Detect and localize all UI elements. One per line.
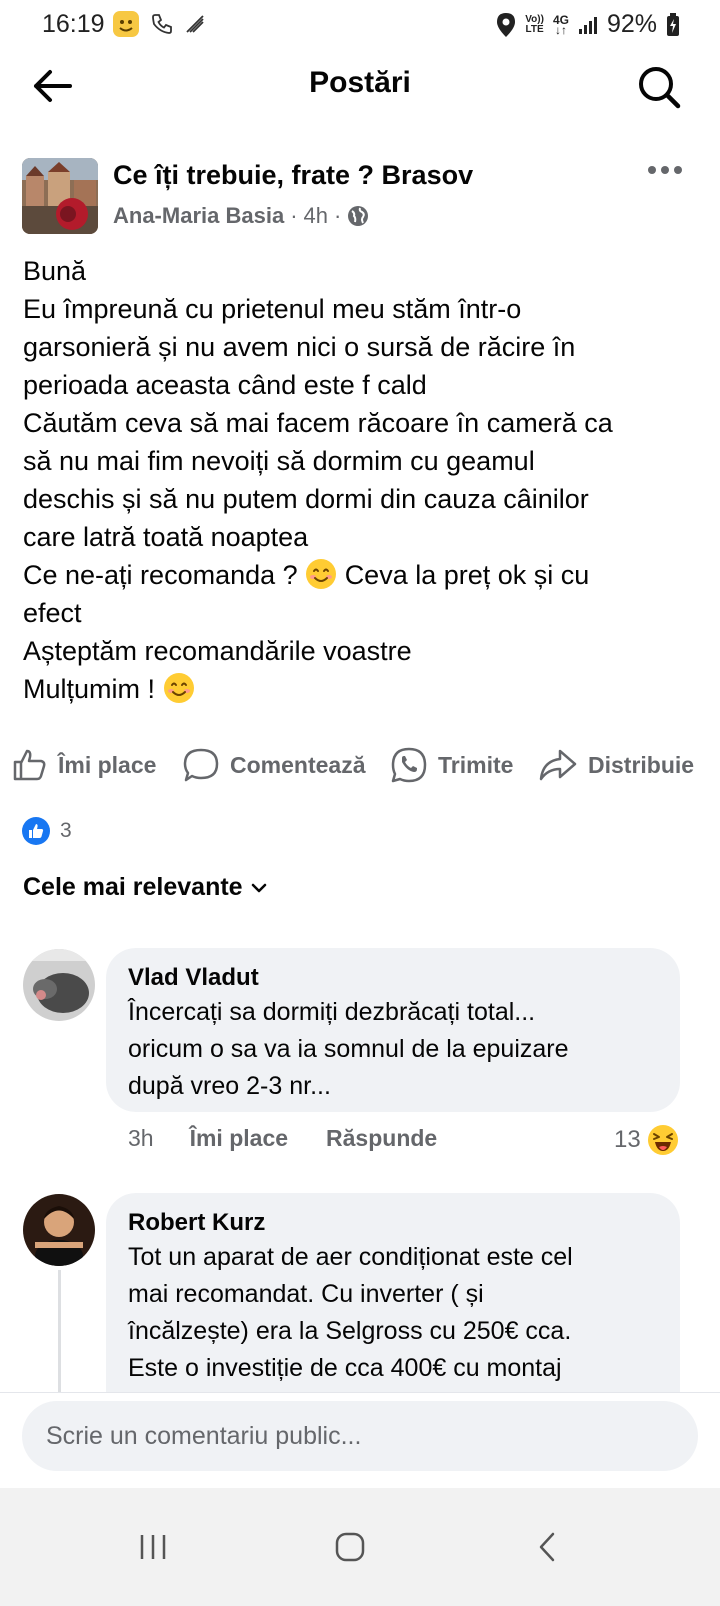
post-options-button[interactable]	[648, 160, 688, 180]
status-bar: 16:19 Vo)) LTE 4G ↓↑ 92%	[0, 0, 720, 50]
comment-line: încălzește) era la Selgross cu 250€ cca.	[128, 1317, 572, 1345]
post-line: perioada aceasta când este f cald	[23, 370, 427, 400]
more-dots-icon	[648, 166, 656, 174]
comment-label: Comentează	[230, 751, 366, 778]
sort-label: Cele mai relevante	[23, 873, 243, 901]
signal-icon	[578, 16, 597, 34]
group-avatar[interactable]	[22, 158, 98, 234]
comment-composer[interactable]	[22, 1401, 698, 1471]
home-icon	[335, 1532, 365, 1562]
battery-icon	[667, 12, 679, 36]
comment-line: Tot un aparat de aer condiționat este ce…	[128, 1243, 573, 1271]
wifi-calling-icon	[186, 15, 204, 33]
send-whatsapp-button[interactable]: Trimite	[390, 740, 513, 790]
share-button[interactable]: Distribuie	[538, 740, 694, 790]
share-label: Distribuie	[588, 751, 695, 778]
comment-reply-button[interactable]: Răspunde	[326, 1125, 437, 1152]
status-notification-icons	[112, 10, 206, 38]
send-label: Trimite	[438, 751, 514, 778]
search-icon	[639, 67, 681, 109]
post-line-part: Mulțumim !	[23, 674, 156, 704]
status-system-icons: Vo)) LTE 4G ↓↑ 92%	[496, 10, 680, 39]
post-line: Așteptăm recomandările voastre	[23, 636, 412, 666]
top-app-bar: Postări	[0, 50, 720, 122]
post-line: Ce ne-ați recomanda ? Ceva la preț ok și…	[23, 556, 703, 594]
author-name-link[interactable]: Ana-Maria Basia	[113, 203, 284, 229]
post-line: Căutăm ceva să mai facem răcoare în came…	[23, 408, 613, 438]
commenter-avatar[interactable]	[23, 949, 95, 1021]
comment-bubble-icon	[183, 748, 219, 782]
comment-line: Încercați sa dormiți dezbrăcați total...	[128, 998, 536, 1026]
post-line: să nu mai fim nevoiți să dormim cu geamu…	[23, 446, 535, 476]
post-line: care latră toată noaptea	[23, 522, 309, 552]
comment-line: după vreo 2-3 nr...	[128, 1072, 331, 1100]
comment-reactions[interactable]: 13	[614, 1124, 679, 1156]
reaction-summary[interactable]: 3	[22, 817, 72, 845]
chevron-left-icon	[539, 1532, 555, 1562]
meta-separator: ·	[334, 203, 342, 228]
system-back-button[interactable]	[522, 1524, 572, 1570]
comment-input[interactable]	[46, 1421, 674, 1451]
like-reaction-icon	[22, 817, 50, 845]
group-name-link[interactable]: Ce îți trebuie, frate ? Brasov	[113, 160, 473, 191]
comment-composer-bar	[0, 1392, 720, 1488]
recent-apps-button[interactable]	[128, 1524, 178, 1570]
system-navigation-bar	[0, 1488, 720, 1606]
commenter-photo-icon	[23, 1194, 95, 1266]
commenter-photo-icon	[23, 949, 95, 1021]
recent-apps-icon	[140, 1535, 166, 1559]
battery-percent: 92%	[606, 10, 657, 38]
chevron-down-icon	[251, 883, 266, 892]
reaction-count: 3	[60, 819, 72, 842]
smiling-face-emoji-icon	[306, 559, 337, 589]
post-action-bar: Îmi place Comentează Trimite Distribuie	[0, 740, 720, 790]
location-icon	[497, 12, 516, 37]
group-photo-icon	[22, 158, 98, 234]
comment-line: Este o investiție de cca 400€ cu montaj	[128, 1354, 562, 1382]
comment-bubble[interactable]: Vlad Vladut Încercați sa dormiți dezbrăc…	[106, 948, 680, 1112]
meta-separator: ·	[290, 203, 298, 228]
share-arrow-icon	[539, 749, 577, 781]
thumbs-up-icon	[13, 749, 46, 781]
comment-reaction-count: 13	[614, 1126, 641, 1153]
thumbs-up-icon	[29, 824, 44, 838]
status-time: 16:19	[42, 10, 105, 38]
comment-time: 3h	[128, 1125, 154, 1151]
smiling-face-emoji-icon	[163, 673, 194, 703]
search-button[interactable]	[636, 64, 682, 110]
comment-line: oricum o sa va ia somnul de la epuizare	[128, 1035, 569, 1063]
post-meta: Ana-Maria Basia · 4h ·	[113, 203, 369, 229]
like-label: Îmi place	[58, 751, 157, 778]
post-line: Bună	[23, 256, 87, 286]
comment-button[interactable]: Comentează	[182, 740, 365, 790]
emoji-notification-icon	[113, 11, 139, 37]
post-line: garsonieră și nu avem nici o sursă de ră…	[23, 332, 576, 362]
post-line-part: Ce ne-ați recomanda ?	[23, 560, 298, 590]
whatsapp-icon	[391, 747, 427, 783]
home-button[interactable]	[325, 1524, 375, 1570]
post-line: Mulțumim !	[23, 670, 703, 708]
like-button[interactable]: Îmi place	[12, 740, 156, 790]
comment-sort-dropdown[interactable]: Cele mai relevante	[23, 873, 267, 902]
post-line: efect	[23, 598, 82, 628]
post-line: Eu împreună cu prietenul meu stăm într-o	[23, 294, 522, 324]
post-line: deschis și să nu putem dormi din cauza c…	[23, 484, 589, 514]
globe-icon	[348, 206, 369, 226]
commenter-avatar[interactable]	[23, 1194, 95, 1266]
comment-like-button[interactable]: Îmi place	[190, 1125, 288, 1152]
comment-line: mai recomandat. Cu inverter ( și	[128, 1280, 484, 1308]
thread-line	[58, 1270, 61, 1392]
page-title: Postări	[309, 66, 411, 99]
comment-meta: 3h Îmi place Răspunde	[128, 1125, 437, 1152]
post-time[interactable]: 4h	[304, 203, 328, 229]
volte-indicator: Vo)) LTE	[525, 13, 544, 35]
data-indicator: 4G ↓↑	[552, 12, 569, 37]
post-line-part: Ceva la preț ok și cu	[344, 560, 590, 590]
post-text: Bună Eu împreună cu prietenul meu stăm î…	[23, 252, 703, 708]
laughing-emoji-icon	[647, 1125, 678, 1155]
commenter-name[interactable]: Vlad Vladut	[128, 962, 658, 994]
phone-call-icon	[152, 14, 172, 34]
commenter-name[interactable]: Robert Kurz	[128, 1207, 658, 1239]
